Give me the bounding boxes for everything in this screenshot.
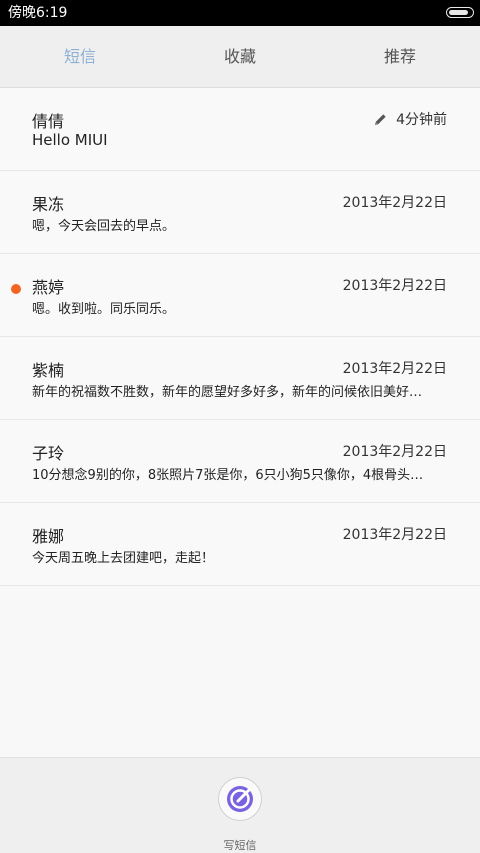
tab-bar: 短信 收藏 推荐 — [0, 26, 480, 88]
status-bar: 傍晚6:19 — [0, 0, 480, 26]
message-snippet: Hello MIUI — [32, 131, 108, 149]
draft-indicator: 4分钟前 — [373, 109, 447, 129]
tab-favorites[interactable]: 收藏 — [160, 26, 320, 87]
status-time: 傍晚6:19 — [8, 5, 68, 21]
battery-fill — [449, 10, 469, 15]
tab-sms[interactable]: 短信 — [0, 26, 160, 87]
screen: 傍晚6:19 短信 收藏 推荐 倩倩 4分钟前 Hello MIUI 果冻 20… — [0, 0, 480, 853]
conversation-list: 倩倩 4分钟前 Hello MIUI 果冻 2013年2月22日 嗯，今天会回去… — [0, 88, 480, 586]
message-snippet: 10分想念9别的你，8张照片7张是你，6只小狗5只像你，4根骨头… — [32, 468, 424, 483]
unread-dot-icon — [11, 284, 21, 294]
tab-recommended[interactable]: 推荐 — [320, 26, 480, 87]
battery-icon — [446, 7, 474, 18]
message-date: 2013年2月22日 — [342, 195, 447, 211]
conversation-row[interactable]: 果冻 2013年2月22日 嗯，今天会回去的早点。 — [0, 171, 480, 254]
conversation-row[interactable]: 雅娜 2013年2月22日 今天周五晚上去团建吧，走起！ — [0, 503, 480, 586]
message-time: 4分钟前 — [396, 112, 447, 128]
contact-name: 子玲 — [32, 444, 65, 463]
contact-name: 紫楠 — [32, 361, 65, 380]
conversation-row[interactable]: 倩倩 4分钟前 Hello MIUI — [0, 88, 480, 171]
contact-name: 雅娜 — [32, 527, 65, 546]
message-snippet: 今天周五晚上去团建吧，走起！ — [32, 551, 215, 566]
conversation-row[interactable]: 紫楠 2013年2月22日 新年的祝福数不胜数，新年的愿望好多好多，新年的问候依… — [0, 337, 480, 420]
message-snippet: 嗯。收到啦。同乐同乐。 — [32, 302, 176, 317]
contact-name: 倩倩 — [32, 112, 65, 131]
message-date: 2013年2月22日 — [342, 278, 447, 294]
message-date: 2013年2月22日 — [342, 444, 447, 460]
message-snippet: 新年的祝福数不胜数，新年的愿望好多好多，新年的问候依旧美好… — [32, 385, 423, 400]
compose-icon — [227, 786, 253, 812]
message-snippet: 嗯，今天会回去的早点。 — [32, 219, 176, 234]
message-date: 2013年2月22日 — [342, 361, 447, 377]
contact-name: 燕婷 — [32, 278, 65, 297]
message-date: 2013年2月22日 — [342, 527, 447, 543]
compose-button[interactable] — [218, 777, 262, 821]
conversation-row[interactable]: 子玲 2013年2月22日 10分想念9别的你，8张照片7张是你，6只小狗5只像… — [0, 420, 480, 503]
pencil-icon — [374, 113, 386, 125]
conversation-row[interactable]: 燕婷 2013年2月22日 嗯。收到啦。同乐同乐。 — [0, 254, 480, 337]
contact-name: 果冻 — [32, 195, 65, 214]
bottom-bar: 写短信 — [0, 757, 480, 853]
compose-label: 写短信 — [223, 839, 257, 852]
